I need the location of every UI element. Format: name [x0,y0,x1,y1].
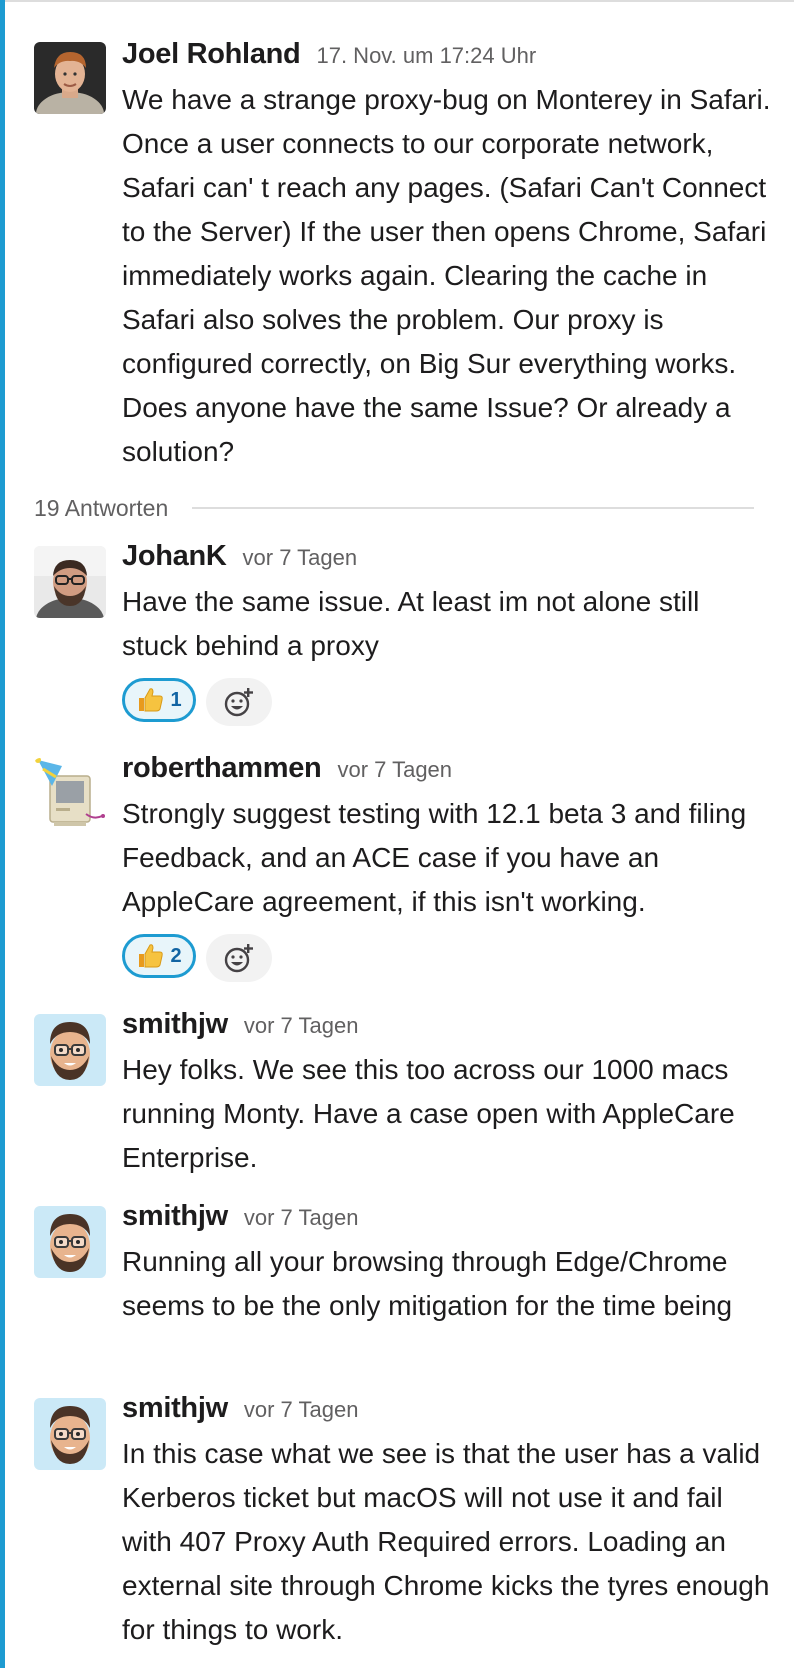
divider-line [192,507,754,509]
reaction-pill[interactable]: 1 [122,678,196,722]
author-name[interactable]: JohanK [122,540,227,573]
avatar[interactable] [34,758,106,830]
classic-mac-party-icon [34,758,106,830]
message-text: In this case what we see is that the use… [122,1438,770,1645]
timestamp[interactable]: vor 7 Tagen [243,545,358,571]
avatar-photo-icon [34,42,106,114]
timestamp[interactable]: 17. Nov. um 17:24 Uhr [316,43,536,69]
avatar[interactable] [34,546,106,618]
thread-accent-bar [0,0,5,1668]
avatar[interactable] [34,1398,106,1470]
author-name[interactable]: roberthammen [122,752,322,785]
timestamp[interactable]: vor 7 Tagen [244,1205,359,1231]
add-reaction-icon [224,944,253,973]
replies-divider: 19 Antworten [34,490,754,526]
timestamp[interactable]: vor 7 Tagen [337,757,452,783]
message-text: We have a strange proxy-bug on Monterey … [122,84,771,467]
timestamp[interactable]: vor 7 Tagen [244,1013,359,1039]
author-name[interactable]: Joel Rohland [122,38,301,71]
author-name[interactable]: smithjw [122,1392,228,1425]
thumbs-up-icon [139,944,164,968]
replies-count: 19 Antworten [34,494,169,521]
add-reaction-button[interactable] [206,934,272,982]
memoji-avatar-icon [34,1206,106,1278]
memoji-avatar-icon [34,1398,106,1470]
add-reaction-button[interactable] [206,678,272,726]
reactions-bar: 2 [122,934,772,982]
avatar[interactable] [34,42,106,114]
message-text: Strongly suggest testing with 12.1 beta … [122,798,747,917]
reaction-pill[interactable]: 2 [122,934,196,978]
message-text: Running all your browsing through Edge/C… [122,1246,733,1321]
message-text: Have the same issue. At least im not alo… [122,586,700,661]
reaction-count: 2 [170,944,182,967]
author-name[interactable]: smithjw [122,1200,228,1233]
timestamp[interactable]: vor 7 Tagen [244,1397,359,1423]
memoji-avatar-icon [34,1014,106,1086]
thumbs-up-icon [139,688,164,712]
avatar[interactable] [34,1206,106,1278]
author-name[interactable]: smithjw [122,1008,228,1041]
add-reaction-icon [224,688,253,717]
reactions-bar: 1 [122,678,772,726]
avatar-photo-icon [34,546,106,618]
avatar[interactable] [34,1014,106,1086]
message-text: Hey folks. We see this too across our 10… [122,1054,735,1173]
reaction-count: 1 [170,688,182,711]
top-divider [5,0,794,2]
